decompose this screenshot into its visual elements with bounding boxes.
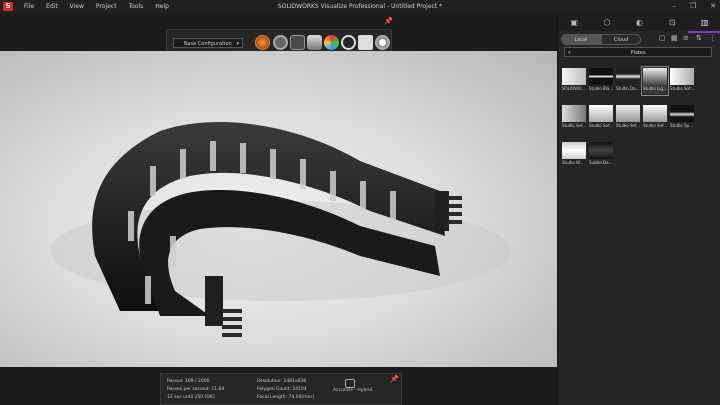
grid-icon[interactable]: ▦ bbox=[671, 34, 678, 42]
backplate-label: Studio Sof... bbox=[643, 123, 667, 128]
menu-view[interactable]: View bbox=[70, 0, 84, 13]
camera-aperture-icon[interactable] bbox=[375, 35, 390, 50]
cloud-toggle-button[interactable]: Cloud bbox=[601, 34, 641, 45]
cable-carrier-model bbox=[50, 122, 510, 337]
backplate-label: Studio Sof... bbox=[670, 86, 694, 91]
backplate-item[interactable]: SOLIDWO... bbox=[562, 68, 586, 94]
status-bar: Passes: 109 / 2000 Passes per second: 11… bbox=[0, 367, 557, 405]
tab-scenes[interactable]: ◐ bbox=[623, 13, 656, 31]
backplate-thumbnail bbox=[670, 68, 694, 85]
render-mode-text[interactable]: Accurate - Hybrid bbox=[333, 388, 372, 393]
configuration-value: Base Configuration bbox=[184, 41, 232, 47]
configuration-select[interactable]: Base Configuration ▾ bbox=[173, 38, 243, 48]
passes-per-second-text: Passes per second: 11.84 bbox=[167, 387, 225, 392]
backplate-item[interactable]: Studio Sof... bbox=[643, 105, 667, 131]
backplate-item[interactable]: Studio Sp... bbox=[670, 105, 694, 131]
render-stats-panel: Passes: 109 / 2000 Passes per second: 11… bbox=[160, 373, 402, 405]
tab-libraries[interactable]: ▥ bbox=[688, 13, 720, 33]
backplate-label: Studio W... bbox=[562, 160, 584, 165]
backplate-thumbnail bbox=[616, 105, 640, 122]
solidworks-logo: S bbox=[3, 2, 13, 11]
backplate-label: Studio Lig... bbox=[643, 86, 667, 91]
backplate-label: Studio Sof... bbox=[616, 123, 640, 128]
resolution-text: Resolution: 1481x838 bbox=[257, 379, 307, 384]
backplate-thumbnail bbox=[589, 142, 613, 159]
backplate-item[interactable]: Studio Da... bbox=[616, 68, 640, 94]
render-viewport[interactable] bbox=[0, 51, 557, 367]
camera-icon[interactable] bbox=[290, 35, 305, 50]
backplate-item[interactable]: Studio Sof... bbox=[616, 105, 640, 131]
backplate-thumbnail bbox=[643, 105, 667, 122]
render-icon[interactable] bbox=[255, 35, 270, 50]
source-toggle: Local Cloud ▢ ▦ ≡ ⇅ ⋮ bbox=[561, 34, 716, 46]
menu-file[interactable]: File bbox=[24, 0, 34, 13]
backplate-label: Studio Sp... bbox=[670, 123, 693, 128]
backplate-thumbnail bbox=[616, 68, 640, 85]
tab-models[interactable]: ▣ bbox=[558, 13, 591, 31]
more-icon[interactable]: ⋮ bbox=[709, 34, 716, 42]
window-controls: – ❐ ✕ bbox=[672, 0, 716, 13]
backplate-item[interactable]: Subtle Da... bbox=[589, 142, 613, 168]
chevron-down-icon: ▾ bbox=[236, 41, 239, 47]
close-button[interactable]: ✕ bbox=[710, 0, 716, 13]
render-mode-icon bbox=[345, 379, 355, 388]
backplate-label: Studio Bla... bbox=[589, 86, 614, 91]
tab-cameras[interactable]: ⊡ bbox=[656, 13, 689, 31]
menu-edit[interactable]: Edit bbox=[46, 0, 58, 13]
backplate-label: Studio Sof... bbox=[589, 123, 613, 128]
backplate-thumbnail bbox=[643, 68, 667, 85]
palette-tabs: ▣ ⬡ ◐ ⊡ ▥ bbox=[558, 13, 720, 33]
passes-text: Passes: 109 / 2000 bbox=[167, 379, 210, 384]
backplate-label: SOLIDWO... bbox=[562, 86, 585, 91]
time-until-text: 12 sec until 250 [OK] bbox=[167, 395, 215, 400]
select-tool-icon[interactable] bbox=[273, 35, 288, 50]
menu-bar: File Edit View Project Tools Help bbox=[24, 0, 169, 13]
cube-icon[interactable] bbox=[358, 35, 373, 50]
scene-icon[interactable] bbox=[307, 35, 322, 50]
backplate-thumbnail bbox=[562, 68, 586, 85]
chevron-down-icon: ▾ bbox=[568, 50, 571, 56]
backplate-item[interactable]: Studio Sof... bbox=[562, 105, 586, 131]
menu-help[interactable]: Help bbox=[155, 0, 169, 13]
polygon-count-text: Polygon Count: 24104 bbox=[257, 387, 307, 392]
list-icon[interactable]: ≡ bbox=[683, 34, 689, 42]
backplate-label: Subtle Da... bbox=[589, 160, 613, 165]
restore-button[interactable]: ❐ bbox=[690, 0, 696, 13]
sort-icon[interactable]: ⇅ bbox=[696, 34, 702, 42]
backplate-item[interactable]: Studio W... bbox=[562, 142, 586, 168]
backplate-item[interactable]: Studio Sof... bbox=[589, 105, 613, 131]
palette-panel: ▣ ⬡ ◐ ⊡ ▥ Local Cloud ▢ ▦ ≡ ⇅ ⋮ ▾ Plates… bbox=[557, 13, 720, 405]
backplate-label: Studio Sof... bbox=[562, 123, 586, 128]
rotate-icon[interactable] bbox=[341, 35, 356, 50]
status-pin-icon[interactable]: 📌 bbox=[390, 375, 399, 383]
title-bar: S File Edit View Project Tools Help SOLI… bbox=[0, 0, 720, 13]
backplate-thumbnail bbox=[562, 105, 586, 122]
toolbar-pin-icon[interactable]: 📌 bbox=[384, 17, 393, 25]
backplate-item[interactable]: Studio Bla... bbox=[589, 68, 613, 94]
backplate-item[interactable]: Studio Sof... bbox=[670, 68, 694, 94]
focal-length-text: Focal Length: 74.00[mm] bbox=[257, 395, 314, 400]
menu-project[interactable]: Project bbox=[96, 0, 117, 13]
file-icon[interactable]: ▢ bbox=[659, 34, 666, 42]
folder-dropdown-value: Plates bbox=[630, 50, 646, 56]
backplate-thumbnail bbox=[589, 68, 613, 85]
backplate-thumbnail bbox=[589, 105, 613, 122]
menu-tools[interactable]: Tools bbox=[128, 0, 143, 13]
local-toggle-button[interactable]: Local bbox=[561, 34, 601, 45]
tab-appearances[interactable]: ⬡ bbox=[591, 13, 624, 31]
minimize-button[interactable]: – bbox=[672, 0, 676, 13]
backplate-thumbnail bbox=[670, 105, 694, 122]
toolbar-area: Base Configuration ▾ 📌 bbox=[0, 13, 557, 58]
backplate-item-selected[interactable]: Studio Lig... bbox=[641, 66, 669, 96]
folder-dropdown[interactable]: ▾ Plates bbox=[564, 47, 712, 57]
backplate-label: Studio Da... bbox=[616, 86, 640, 91]
appearance-icon[interactable] bbox=[324, 35, 339, 50]
backplate-thumbnail bbox=[562, 142, 586, 159]
